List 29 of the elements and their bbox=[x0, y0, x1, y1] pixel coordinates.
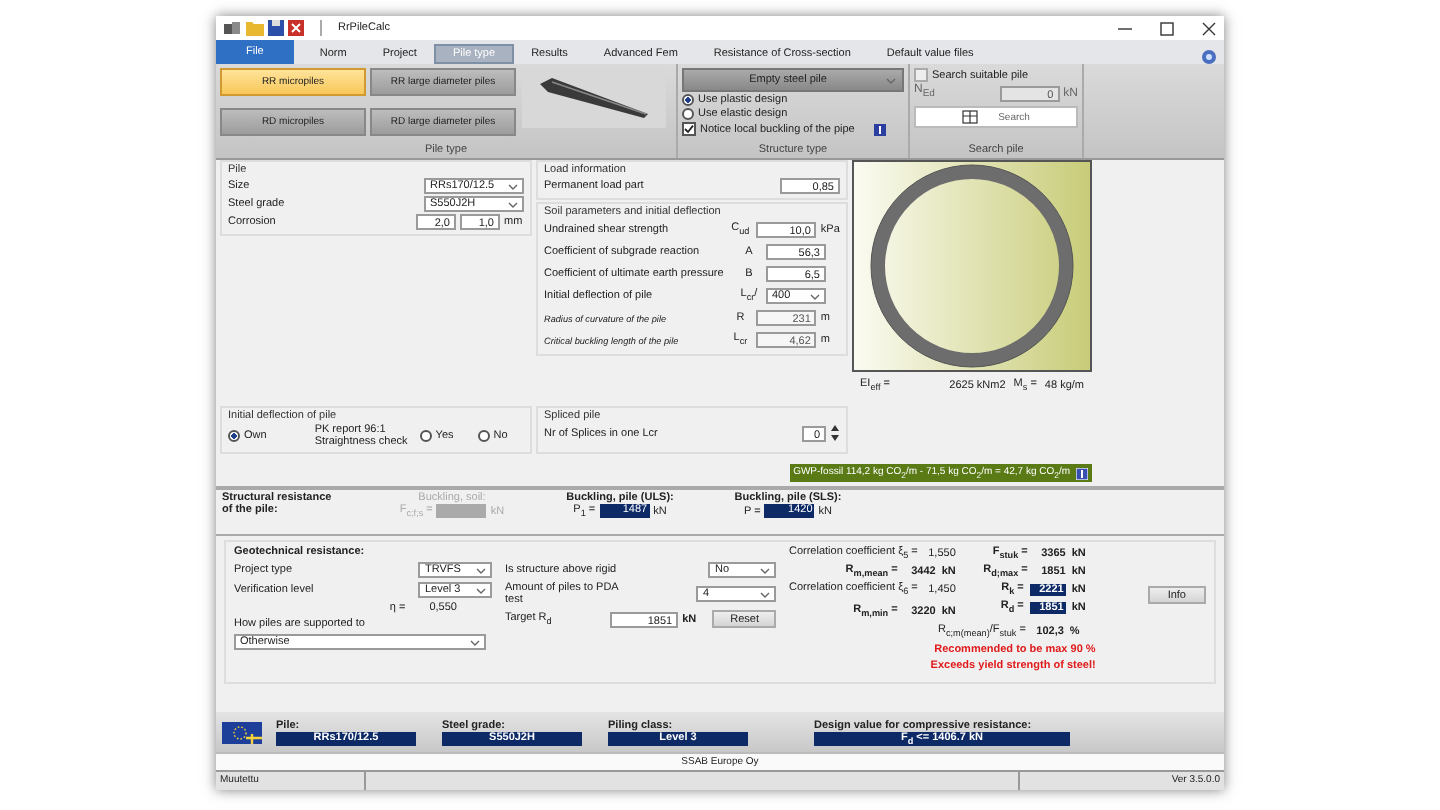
flag-icon bbox=[222, 721, 262, 743]
app-icon bbox=[224, 20, 242, 36]
maximize-icon[interactable] bbox=[1160, 21, 1174, 35]
value-box bbox=[436, 504, 487, 519]
close-icon[interactable] bbox=[1202, 21, 1216, 35]
checkbox[interactable] bbox=[914, 68, 928, 82]
table-icon bbox=[962, 110, 979, 124]
caret-icon bbox=[470, 639, 480, 645]
caret-icon bbox=[810, 293, 820, 299]
caret-icon bbox=[476, 587, 487, 593]
caret-icon bbox=[886, 77, 896, 83]
radio-button[interactable] bbox=[682, 108, 694, 120]
help-icon[interactable] bbox=[1202, 50, 1216, 64]
caret-icon bbox=[508, 201, 518, 207]
radio-button[interactable] bbox=[682, 94, 694, 106]
caret-icon bbox=[476, 567, 487, 573]
caret-icon bbox=[760, 591, 771, 597]
info-icon[interactable] bbox=[874, 123, 887, 135]
caret-icon bbox=[760, 567, 771, 573]
radio-button[interactable] bbox=[228, 430, 240, 442]
caret-icon bbox=[508, 183, 518, 189]
info-icon[interactable] bbox=[1076, 467, 1088, 479]
save-icon[interactable] bbox=[268, 20, 284, 36]
radio-button[interactable] bbox=[477, 430, 490, 442]
spinner-arrows-icon[interactable] bbox=[830, 424, 840, 442]
radio-button[interactable] bbox=[419, 430, 432, 442]
pile-drawing bbox=[536, 76, 652, 120]
checkbox[interactable] bbox=[682, 122, 696, 136]
close-file-icon[interactable] bbox=[288, 20, 304, 36]
